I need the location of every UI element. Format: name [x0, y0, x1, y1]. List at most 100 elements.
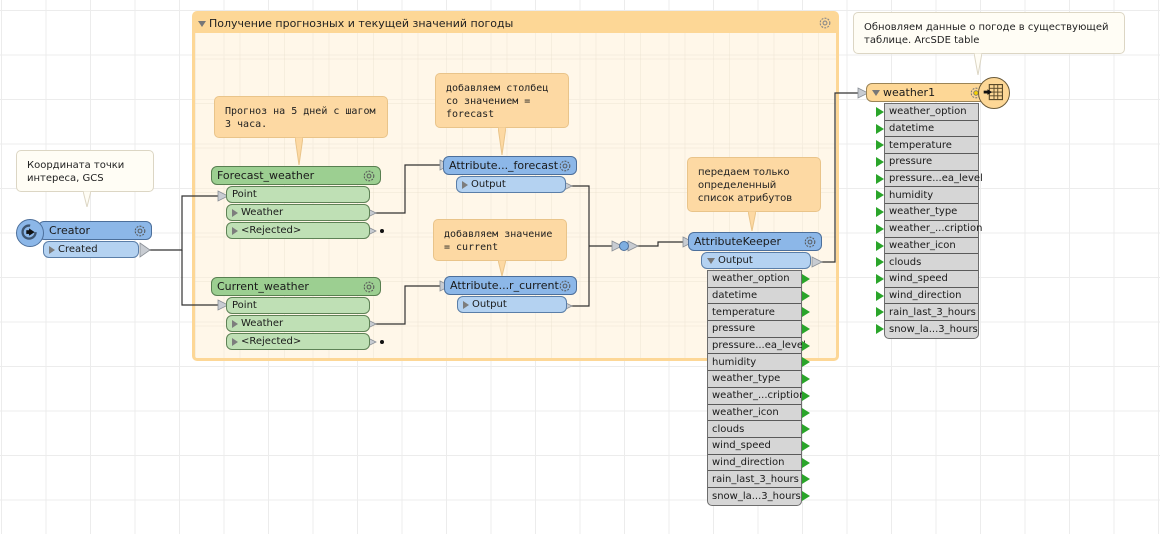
gear-icon[interactable] [818, 16, 832, 30]
attribute-port-arrow-icon[interactable] [802, 424, 810, 435]
collapse-icon[interactable] [198, 20, 206, 27]
attribute-port-arrow-icon[interactable] [876, 207, 884, 218]
attribute-row[interactable]: humidity [708, 354, 810, 372]
expand-icon[interactable] [232, 319, 238, 328]
attribute-keeper-header[interactable]: AttributeKeeper [688, 232, 822, 251]
output-port-output[interactable]: Output [701, 252, 811, 269]
gear-icon[interactable] [362, 280, 376, 294]
attribute-row[interactable]: snow_la...3_hours [876, 321, 978, 338]
output-port-created[interactable]: Created [43, 241, 139, 258]
attribute-row[interactable]: clouds [876, 254, 978, 271]
attribute-port-arrow-icon[interactable] [876, 240, 884, 251]
attribute-port-arrow-icon[interactable] [802, 307, 810, 318]
attribute-row[interactable]: datetime [708, 288, 810, 305]
expand-icon[interactable] [462, 180, 468, 189]
writer-weather1[interactable]: weather1 weather_option datetime temperatu… [866, 77, 1014, 340]
attribute-row[interactable]: datetime [876, 121, 978, 138]
attribute-port-arrow-icon[interactable] [876, 223, 884, 234]
attribute-row[interactable]: weather_icon [876, 238, 978, 255]
gear-icon[interactable] [558, 279, 572, 293]
attribute-port-arrow-icon[interactable] [876, 107, 884, 117]
writer-header[interactable]: weather1 [866, 83, 990, 102]
transformer-current-weather[interactable]: Current_weather Point Weather <Rejected> [211, 277, 381, 353]
gear-icon[interactable] [133, 224, 147, 238]
output-port-weather[interactable]: Weather [226, 204, 370, 221]
expand-icon[interactable] [463, 300, 469, 309]
attribute-port-arrow-icon[interactable] [876, 307, 884, 318]
attribute-port-arrow-icon[interactable] [876, 123, 884, 134]
attribute-row[interactable]: weather_type [708, 371, 810, 388]
attribute-row[interactable]: pressure [876, 154, 978, 171]
attribute-row[interactable]: snow_la...3_hours [708, 488, 810, 505]
attribute-port-arrow-icon[interactable] [876, 273, 884, 284]
input-port-point[interactable]: Point [226, 186, 370, 203]
gear-icon[interactable] [558, 159, 572, 173]
annotation-attr-current[interactable]: добавляем значение = current [433, 219, 567, 276]
forecast-weather-header[interactable]: Forecast_weather [211, 166, 381, 185]
attribute-port-arrow-icon[interactable] [876, 323, 884, 334]
attribute-port-arrow-icon[interactable] [802, 490, 810, 501]
creator-header[interactable]: Creator [38, 221, 152, 240]
attribute-row[interactable]: pressure...ea_level [708, 338, 810, 355]
attribute-port-arrow-icon[interactable] [876, 157, 884, 168]
output-port-rejected[interactable]: <Rejected> [226, 333, 370, 350]
attribute-port-arrow-icon[interactable] [802, 357, 810, 368]
attribute-row[interactable]: pressure [708, 321, 810, 338]
expand-icon[interactable] [232, 226, 238, 235]
attribute-port-arrow-icon[interactable] [802, 390, 810, 401]
expand-icon[interactable] [232, 208, 238, 217]
attr-current-header[interactable]: Attribute...r_current [444, 276, 577, 295]
attribute-row[interactable]: weather_type [876, 204, 978, 221]
expand-icon[interactable] [232, 337, 238, 346]
collapse-icon[interactable] [872, 89, 880, 96]
attribute-port-arrow-icon[interactable] [876, 257, 884, 268]
attribute-port-arrow-icon[interactable] [802, 274, 810, 284]
attribute-row[interactable]: temperature [876, 137, 978, 155]
attribute-port-arrow-icon[interactable] [802, 374, 810, 385]
transformer-attr-current[interactable]: Attribute...r_current Output [444, 276, 577, 316]
attribute-row[interactable]: weather_option [876, 104, 978, 121]
transformer-attr-forecast[interactable]: Attribute..._forecast Output [443, 156, 577, 196]
attribute-port-arrow-icon[interactable] [876, 140, 884, 151]
transformer-forecast-weather[interactable]: Forecast_weather Point Weather <Rejected… [211, 166, 381, 242]
attribute-port-arrow-icon[interactable] [876, 190, 884, 201]
attribute-row[interactable]: rain_last_3_hours [708, 471, 810, 488]
attribute-row[interactable]: clouds [708, 421, 810, 438]
attribute-port-arrow-icon[interactable] [802, 340, 810, 351]
attribute-port-arrow-icon[interactable] [802, 407, 810, 418]
gear-icon[interactable] [362, 169, 376, 183]
input-port-point[interactable]: Point [226, 297, 370, 314]
output-port-rejected[interactable]: <Rejected> [226, 222, 370, 239]
attribute-port-arrow-icon[interactable] [802, 457, 810, 468]
annotation-writer[interactable]: Обновляем данные о погоде в существующей… [853, 12, 1125, 75]
attribute-port-arrow-icon[interactable] [802, 474, 810, 485]
attribute-row[interactable]: temperature [708, 304, 810, 322]
attribute-row[interactable]: humidity [876, 187, 978, 205]
attribute-row[interactable]: pressure...ea_level [876, 171, 983, 188]
attribute-row[interactable]: wind_speed [708, 438, 810, 455]
attribute-row[interactable]: weather_...cription [876, 221, 982, 238]
annotation-keeper[interactable]: передаем только определенный список атри… [687, 157, 821, 231]
attribute-row[interactable]: rain_last_3_hours [876, 304, 978, 321]
attribute-row[interactable]: wind_direction [708, 455, 810, 472]
current-weather-header[interactable]: Current_weather [211, 277, 381, 296]
attribute-row[interactable]: weather_option [708, 271, 810, 288]
output-port-output[interactable]: Output [457, 296, 567, 313]
transformer-attribute-keeper[interactable]: AttributeKeeper Output weather_option dat… [688, 232, 822, 508]
annotation-creator[interactable]: Координата точки интереса, GCS [16, 150, 154, 207]
output-port-output[interactable]: Output [456, 176, 566, 193]
attribute-port-arrow-icon[interactable] [876, 173, 884, 184]
bookmark-header[interactable]: Получение прогнозных и текущей значений … [195, 14, 836, 33]
collapse-icon[interactable] [707, 257, 715, 264]
attribute-port-arrow-icon[interactable] [802, 440, 810, 451]
attr-forecast-header[interactable]: Attribute..._forecast [443, 156, 577, 175]
output-port-weather[interactable]: Weather [226, 315, 370, 332]
attribute-port-arrow-icon[interactable] [876, 290, 884, 301]
annotation-forecast[interactable]: Прогноз на 5 дней с шагом 3 часа. [214, 96, 388, 165]
annotation-attr-forecast[interactable]: добавляем столбец со значением = forecas… [435, 73, 569, 155]
transformer-creator[interactable]: Creator Created [16, 219, 152, 259]
attribute-port-arrow-icon[interactable] [802, 324, 810, 335]
attribute-row[interactable]: wind_direction [876, 288, 978, 305]
expand-icon[interactable] [49, 245, 55, 254]
attribute-port-arrow-icon[interactable] [802, 290, 810, 301]
